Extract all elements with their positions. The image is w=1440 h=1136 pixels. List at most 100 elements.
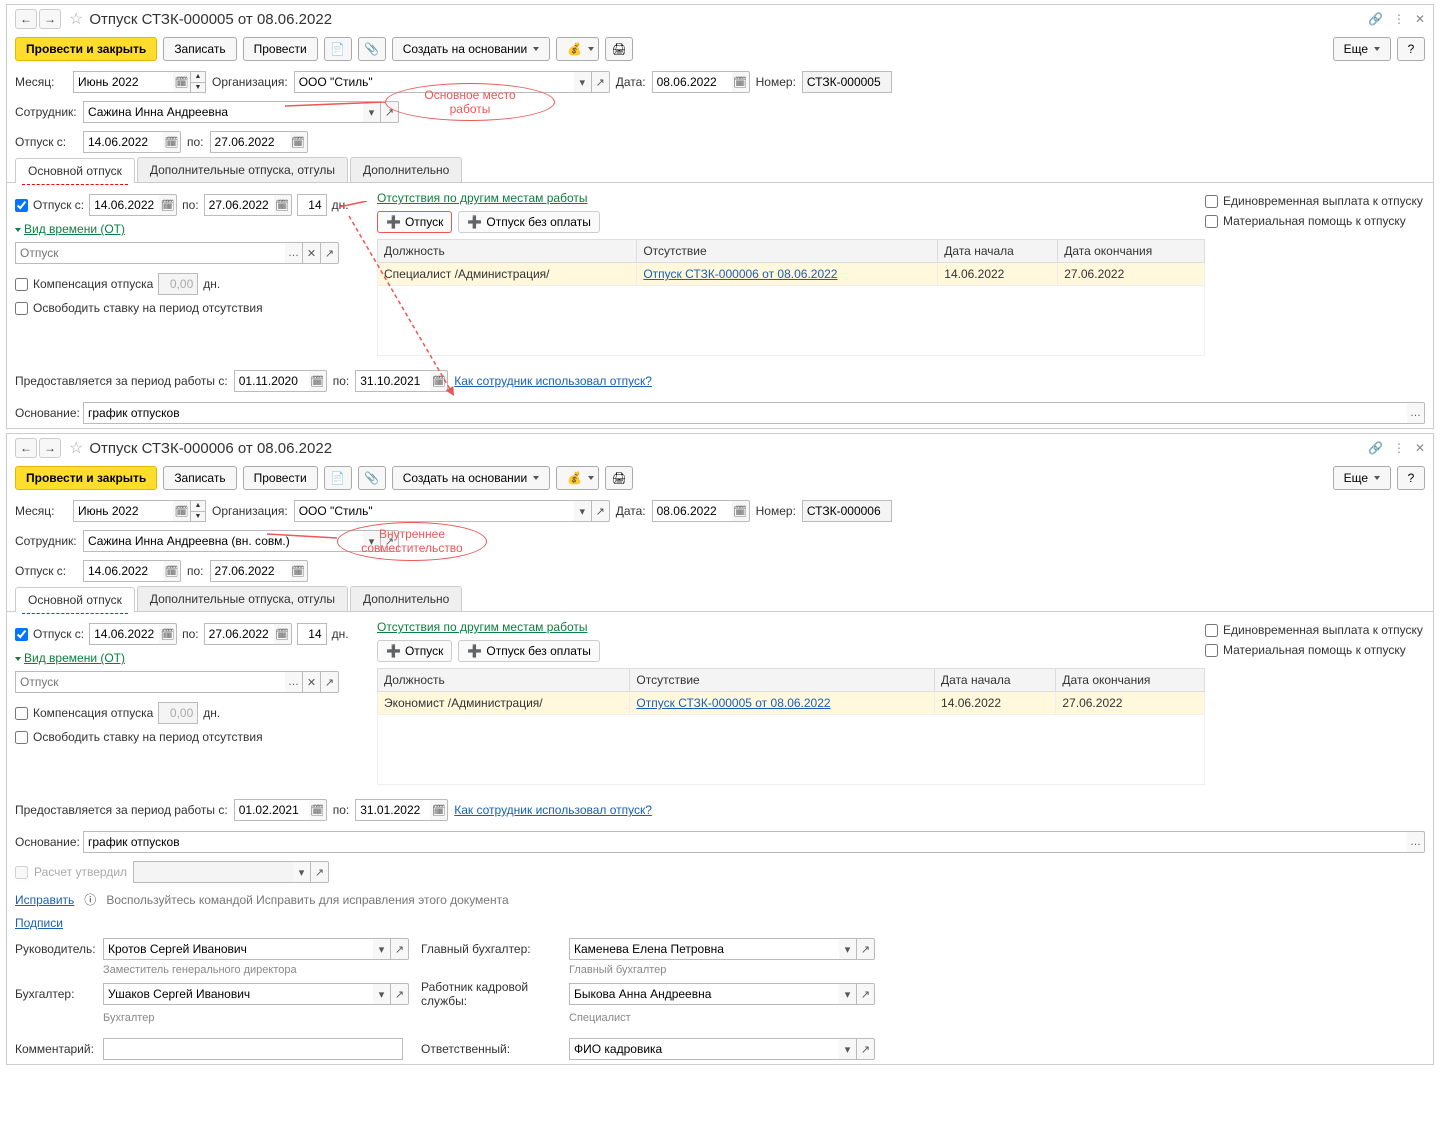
report-icon[interactable]: 📄 (324, 466, 352, 490)
vacation-checkbox[interactable] (15, 199, 28, 212)
record-button[interactable]: Записать (163, 466, 236, 490)
vac-from-input[interactable] (89, 623, 159, 645)
nav-forward-button[interactable]: → (39, 9, 61, 29)
select-icon[interactable]: … (1407, 831, 1425, 853)
open-icon[interactable]: ↗ (321, 671, 339, 693)
material-help-checkbox[interactable] (1205, 644, 1218, 657)
chevron-down-icon[interactable]: ▾ (839, 983, 857, 1005)
time-kind-link[interactable]: Вид времени (ОТ) (15, 651, 125, 665)
add-unpaid-leave-button[interactable]: ➕Отпуск без оплаты (458, 640, 599, 662)
tab-additional[interactable]: Дополнительно (350, 157, 462, 182)
chevron-down-icon[interactable]: ▾ (373, 938, 391, 960)
month-spinner[interactable]: ▲▼ (191, 71, 206, 93)
calendar-icon[interactable]: 🗓 (309, 370, 327, 392)
vacation-usage-link[interactable]: Как сотрудник использовал отпуск? (454, 374, 652, 388)
select-icon[interactable]: … (285, 242, 303, 264)
favorite-icon[interactable]: ☆ (69, 9, 83, 29)
leave-to-input[interactable] (210, 560, 290, 582)
add-leave-button[interactable]: ➕Отпуск (377, 211, 452, 233)
open-icon[interactable]: ↗ (311, 861, 329, 883)
close-icon[interactable]: ✕ (1415, 441, 1425, 455)
chevron-down-icon[interactable]: ▾ (363, 530, 381, 552)
basis-input[interactable] (83, 402, 1407, 424)
free-rate-checkbox[interactable] (15, 731, 28, 744)
report-icon[interactable]: 📄 (324, 37, 352, 61)
tab-extra-leave[interactable]: Дополнительные отпуска, отгулы (137, 157, 348, 182)
calendar-icon[interactable]: 🗓 (274, 623, 292, 645)
link-icon[interactable]: 🔗 (1368, 441, 1383, 455)
calendar-icon[interactable]: 🗓 (159, 623, 177, 645)
free-rate-checkbox[interactable] (15, 302, 28, 315)
chevron-down-icon[interactable]: ▾ (574, 500, 592, 522)
open-icon[interactable]: ↗ (321, 242, 339, 264)
period-from-input[interactable] (234, 370, 309, 392)
payroll-icon[interactable]: 💰 (556, 37, 599, 61)
more-button[interactable]: Еще (1333, 466, 1391, 490)
chief-acc-input[interactable] (569, 938, 839, 960)
days-input[interactable] (297, 194, 327, 216)
favorite-icon[interactable]: ☆ (69, 438, 83, 458)
open-icon[interactable]: ↗ (857, 983, 875, 1005)
employee-input[interactable] (83, 101, 363, 123)
calendar-icon[interactable]: 🗓 (732, 71, 750, 93)
post-button[interactable]: Провести (243, 37, 318, 61)
responsible-input[interactable] (569, 1038, 839, 1060)
vacation-checkbox[interactable] (15, 628, 28, 641)
signatures-link[interactable]: Подписи (15, 916, 63, 930)
linked-doc-link[interactable]: Отпуск СТЗК-000005 от 08.06.2022 (636, 696, 830, 710)
material-help-checkbox[interactable] (1205, 215, 1218, 228)
date-input[interactable] (652, 500, 732, 522)
create-based-button[interactable]: Создать на основании (392, 466, 551, 490)
leave-to-input[interactable] (210, 131, 290, 153)
table-row[interactable]: Специалист /Администрация/ Отпуск СТЗК-0… (378, 263, 1205, 286)
chevron-down-icon[interactable]: ▾ (293, 861, 311, 883)
open-icon[interactable]: ↗ (857, 1038, 875, 1060)
menu-icon[interactable]: ⋮ (1393, 441, 1405, 455)
basis-input[interactable] (83, 831, 1407, 853)
chevron-down-icon[interactable]: ▾ (839, 1038, 857, 1060)
employee-input[interactable] (83, 530, 363, 552)
time-kind-input[interactable] (15, 671, 285, 693)
vac-from-input[interactable] (89, 194, 159, 216)
days-input[interactable] (297, 623, 327, 645)
calendar-icon[interactable]: 🗓 (173, 71, 191, 93)
open-icon[interactable]: ↗ (592, 71, 610, 93)
acc-input[interactable] (103, 983, 373, 1005)
compensation-checkbox[interactable] (15, 707, 28, 720)
help-button[interactable]: ? (1397, 466, 1425, 490)
lump-sum-checkbox[interactable] (1205, 624, 1218, 637)
calendar-icon[interactable]: 🗓 (173, 500, 191, 522)
period-from-input[interactable] (234, 799, 309, 821)
select-icon[interactable]: … (1407, 402, 1425, 424)
compensation-checkbox[interactable] (15, 278, 28, 291)
more-button[interactable]: Еще (1333, 37, 1391, 61)
menu-icon[interactable]: ⋮ (1393, 12, 1405, 26)
calc-approved-checkbox[interactable] (15, 866, 28, 879)
calendar-icon[interactable]: 🗓 (430, 799, 448, 821)
post-button[interactable]: Провести (243, 466, 318, 490)
calendar-icon[interactable]: 🗓 (290, 560, 308, 582)
calendar-icon[interactable]: 🗓 (163, 131, 181, 153)
attach-icon[interactable]: 📎 (358, 37, 386, 61)
open-icon[interactable]: ↗ (592, 500, 610, 522)
tab-additional[interactable]: Дополнительно (350, 586, 462, 611)
open-icon[interactable]: ↗ (381, 530, 399, 552)
tab-extra-leave[interactable]: Дополнительные отпуска, отгулы (137, 586, 348, 611)
leave-from-input[interactable] (83, 131, 163, 153)
clear-icon[interactable]: ✕ (303, 242, 321, 264)
head-input[interactable] (103, 938, 373, 960)
comment-input[interactable] (103, 1038, 403, 1060)
vacation-usage-link[interactable]: Как сотрудник использовал отпуск? (454, 803, 652, 817)
period-to-input[interactable] (355, 370, 430, 392)
calendar-icon[interactable]: 🗓 (274, 194, 292, 216)
record-button[interactable]: Записать (163, 37, 236, 61)
time-kind-link[interactable]: Вид времени (ОТ) (15, 222, 125, 236)
help-button[interactable]: ? (1397, 37, 1425, 61)
nav-back-button[interactable]: ← (15, 438, 37, 458)
absences-other-link[interactable]: Отсутствия по другим местам работы (377, 620, 587, 634)
attach-icon[interactable]: 📎 (358, 466, 386, 490)
month-input[interactable] (73, 71, 173, 93)
tab-main-leave[interactable]: Основной отпуск (15, 158, 135, 183)
link-icon[interactable]: 🔗 (1368, 12, 1383, 26)
clear-icon[interactable]: ✕ (303, 671, 321, 693)
